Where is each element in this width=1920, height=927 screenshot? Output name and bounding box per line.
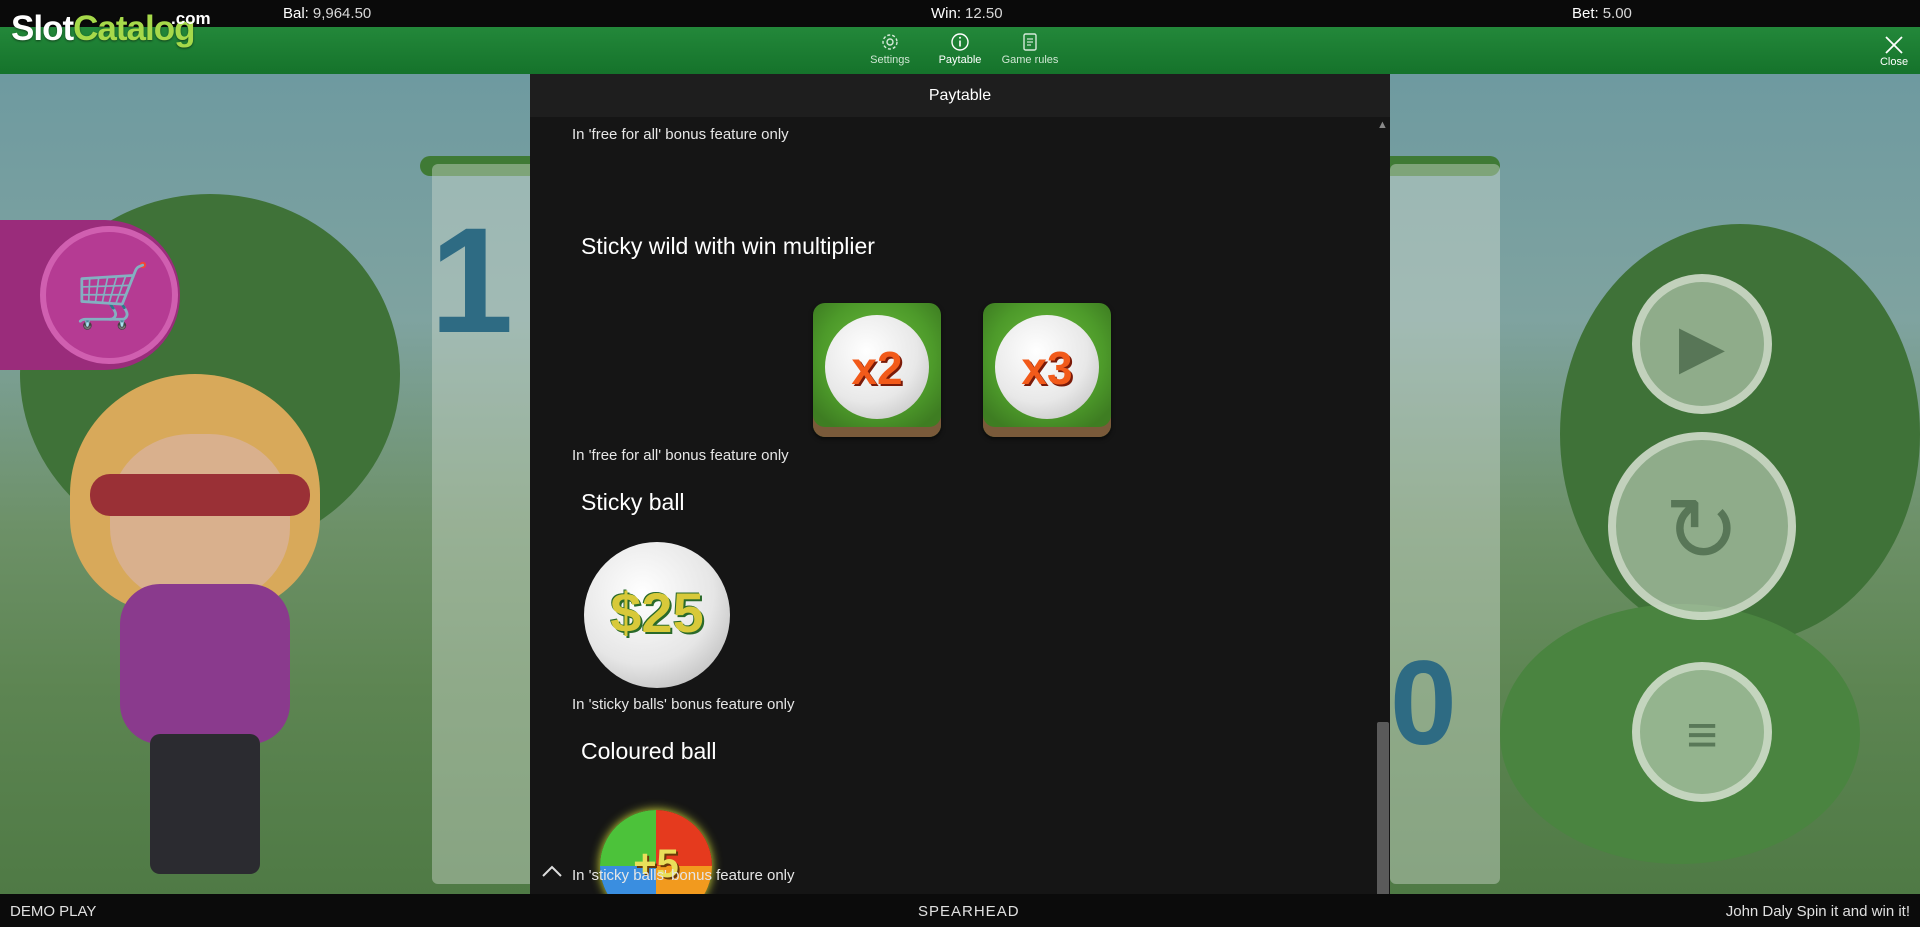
spin-arrow-icon: ↻ [1664, 481, 1740, 581]
footer-bar: DEMO PLAY SPEARHEAD John Daly Spin it an… [0, 894, 1920, 927]
reel-symbol-zero: 0 [1390, 636, 1457, 770]
golfer-character [70, 374, 330, 894]
coins-icon: ≡ [1686, 705, 1718, 765]
win-display: Win: 12.50 [931, 5, 1003, 22]
settings-button[interactable]: Settings [853, 30, 927, 72]
feature-note-top: In 'free for all' bonus feature only [572, 126, 789, 143]
slotcatalog-logo: SlotCatalog .com [11, 9, 211, 48]
bet-display: Bet: 5.00 [1572, 5, 1632, 22]
spin-button[interactable]: ↻ [1608, 432, 1796, 620]
info-icon [951, 33, 969, 51]
feature-note-3-visible: In 'sticky balls' bonus feature only [572, 867, 795, 884]
gear-icon [882, 34, 898, 50]
buy-feature-button[interactable]: 🛒 [0, 220, 180, 370]
feature-note-1: In 'free for all' bonus feature only [572, 447, 789, 464]
section-title-coloured-ball: Coloured ball [581, 738, 717, 764]
scroll-document-icon [1023, 33, 1037, 51]
sticky-ball-symbol: $25 [584, 542, 730, 688]
spearhead-logo: SPEARHEAD [918, 903, 1020, 920]
close-button[interactable]: Close [1872, 30, 1916, 72]
reel-symbol-one: 1 [430, 196, 514, 364]
paytable-button[interactable]: Paytable [923, 30, 997, 72]
sticky-ball-value: $25 [610, 581, 704, 644]
paytable-title: Paytable [530, 74, 1390, 117]
scroll-up-arrow-icon[interactable]: ▲ [1377, 120, 1388, 131]
scrollbar-thumb[interactable] [1377, 722, 1389, 902]
top-info-bar: Bal: 9,964.50 Win: 12.50 Bet: 5.00 [0, 0, 1920, 27]
paytable-content: In 'free for all' bonus feature only Sti… [530, 117, 1375, 894]
win-value: 12.50 [965, 5, 1003, 22]
paytable-panel: Paytable In 'free for all' bonus feature… [530, 74, 1390, 902]
reel-right [1390, 164, 1500, 884]
bet-value: 5.00 [1602, 5, 1632, 22]
settings-label: Settings [870, 54, 910, 66]
close-label: Close [1879, 56, 1909, 68]
section-title-sticky-wild: Sticky wild with win multiplier [581, 233, 875, 259]
balance-display: Bal: 9,964.50 [283, 5, 371, 22]
sticky-wild-x2-symbol: x2 [813, 303, 941, 437]
feature-note-2: In 'sticky balls' bonus feature only [572, 696, 795, 713]
scrollbar[interactable]: ▲ [1375, 117, 1390, 902]
sticky-wild-x3-symbol: x3 [983, 303, 1111, 437]
game-rules-label: Game rules [1001, 54, 1059, 66]
bet-coins-button[interactable]: ≡ [1632, 662, 1772, 802]
play-icon: ▶ [1678, 313, 1726, 380]
autoplay-button[interactable]: ▶ [1632, 274, 1772, 414]
multiplier-x2: x2 [851, 342, 903, 394]
win-label: Win: [931, 5, 961, 22]
nav-bar: SlotCatalog .com Settings Paytable Game … [0, 9, 1920, 74]
balance-value: 9,964.50 [312, 5, 372, 22]
close-icon [1885, 36, 1903, 54]
game-tagline: John Daly Spin it and win it! [1725, 903, 1910, 920]
section-title-sticky-ball: Sticky ball [581, 489, 685, 515]
scroll-to-top-chevron-icon[interactable] [540, 862, 564, 880]
demo-play-label: DEMO PLAY [10, 903, 97, 920]
paytable-label: Paytable [938, 54, 982, 66]
multiplier-x3: x3 [1021, 342, 1073, 394]
game-rules-button[interactable]: Game rules [993, 30, 1067, 72]
cart-icon: 🛒 [74, 262, 152, 331]
bet-label: Bet: [1572, 5, 1599, 22]
balance-label: Bal: [283, 5, 309, 22]
